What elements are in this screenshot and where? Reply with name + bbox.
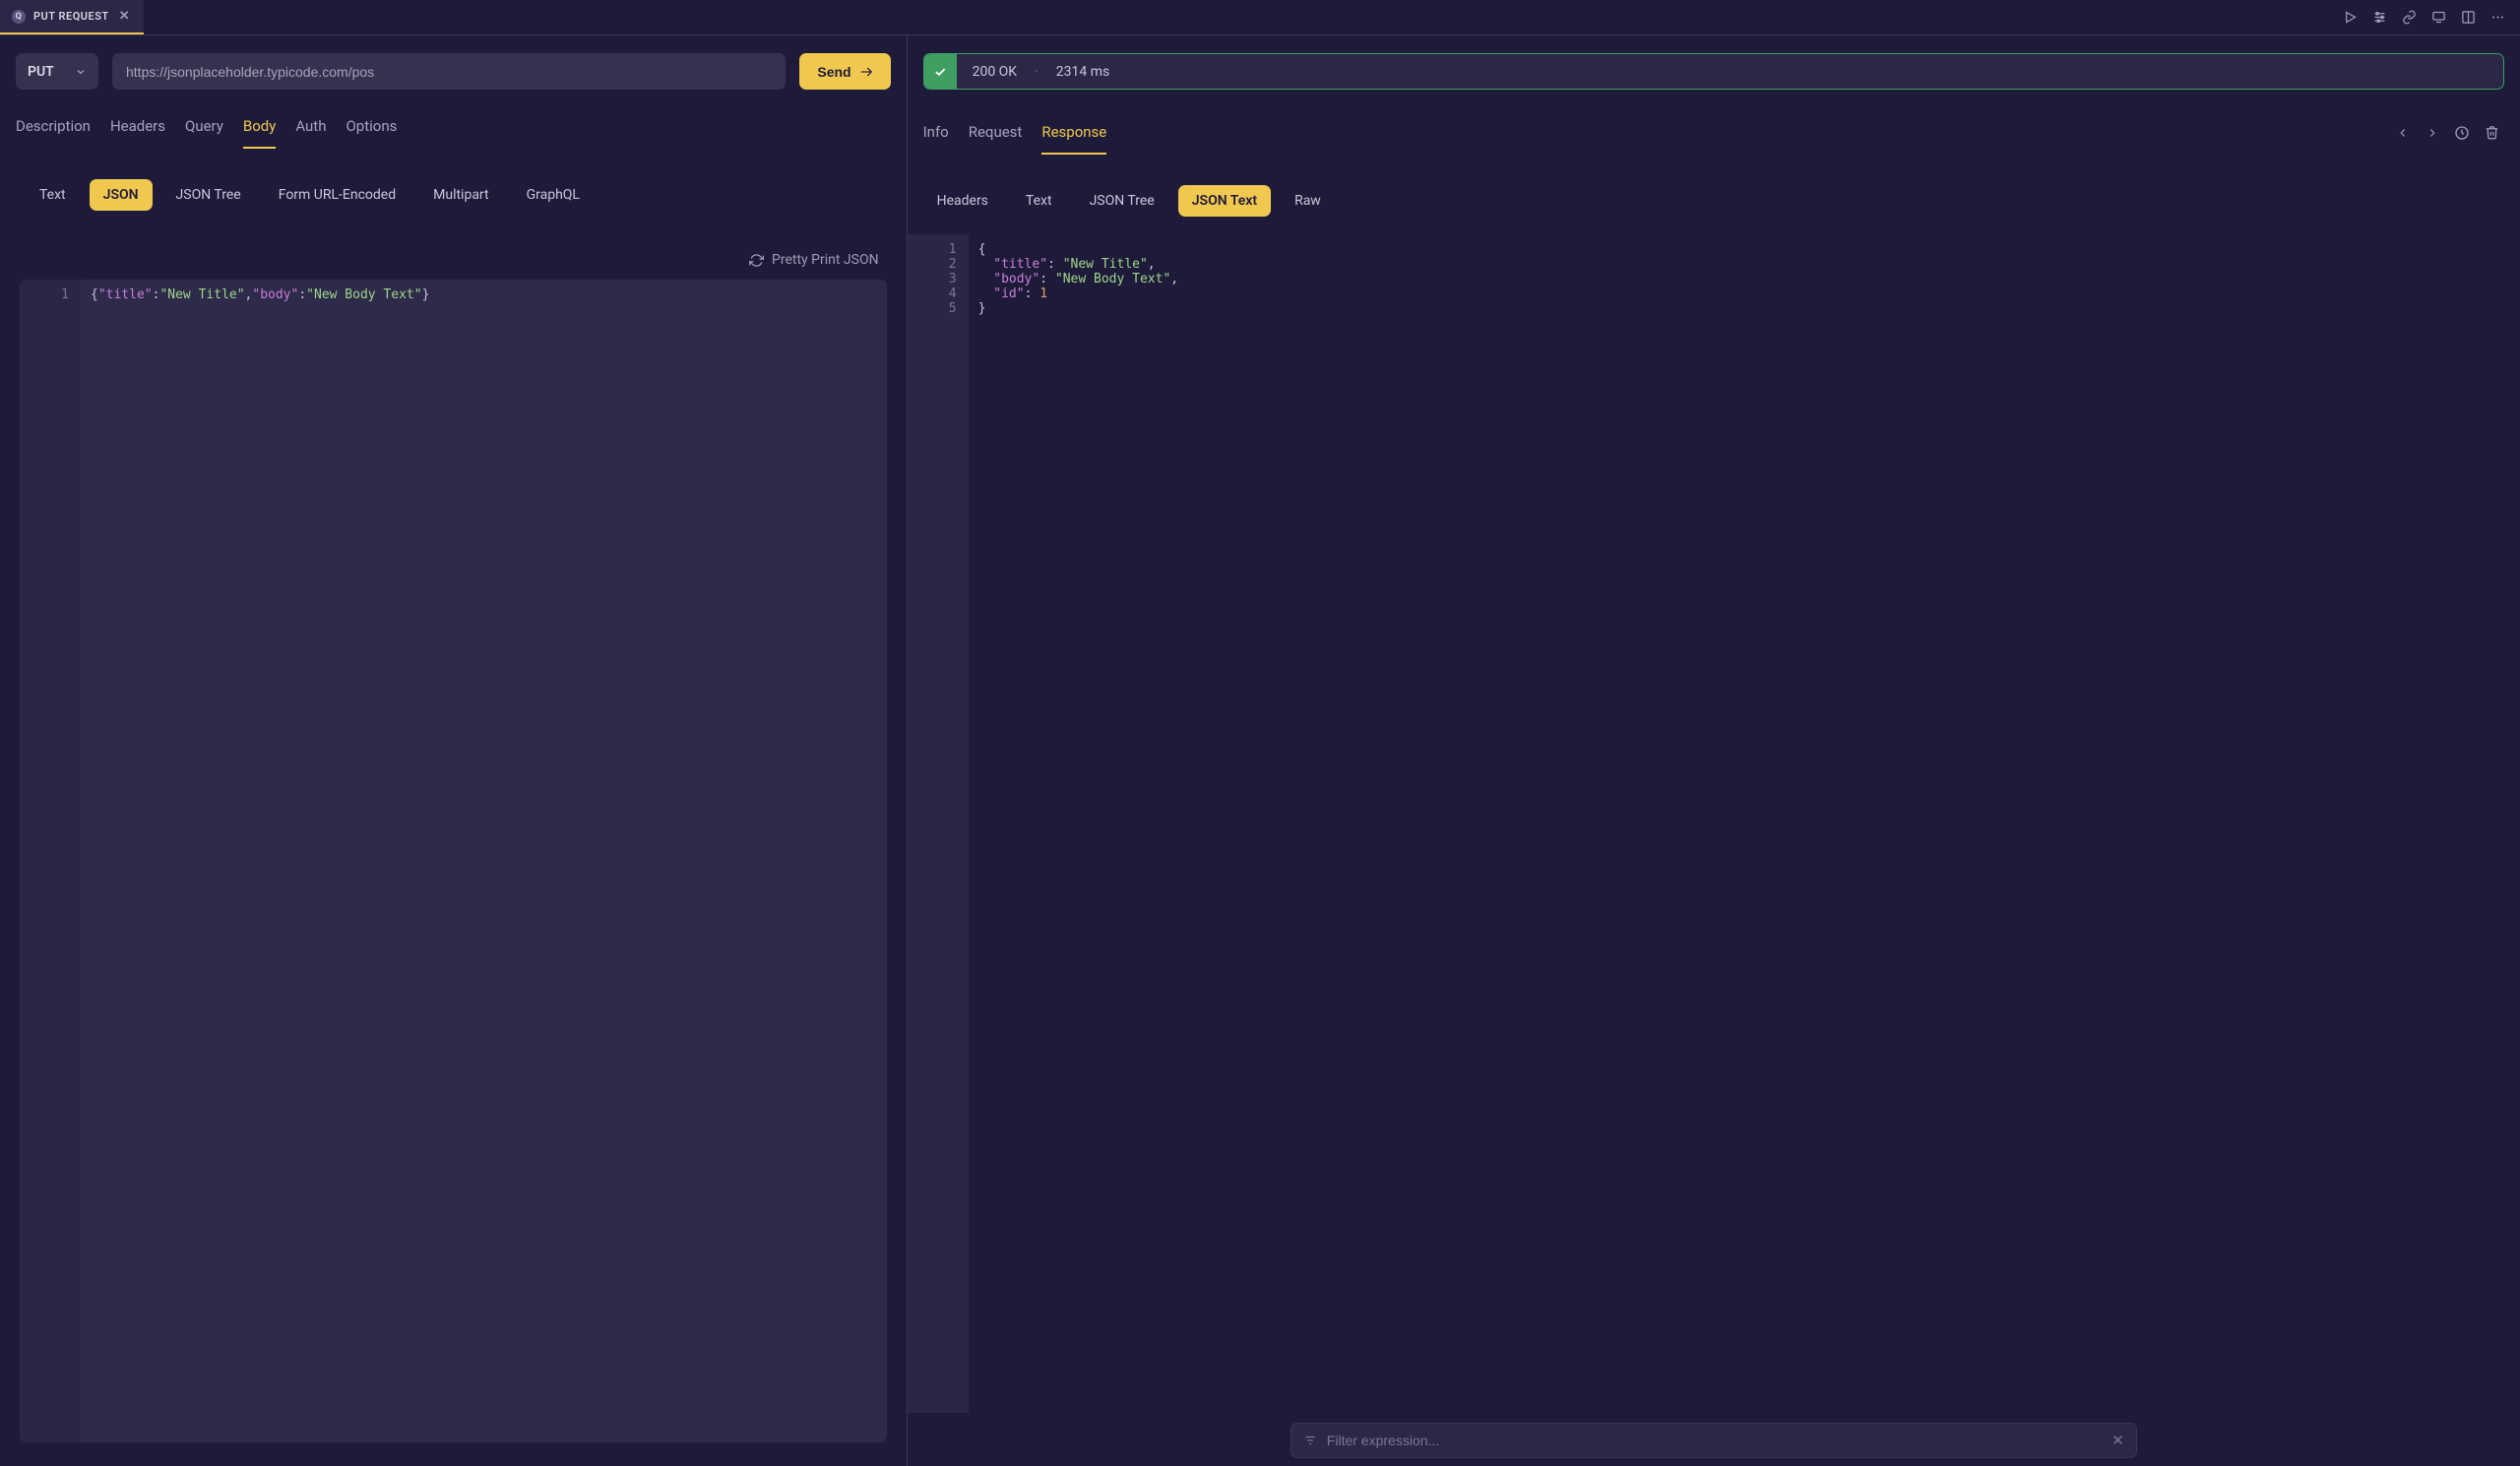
play-icon[interactable]	[2337, 5, 2362, 31]
url-input[interactable]	[112, 53, 786, 90]
pill-text[interactable]: Text	[26, 179, 80, 211]
clear-filter-icon[interactable]: ✕	[2111, 1432, 2124, 1449]
send-icon	[859, 65, 873, 79]
more-icon[interactable]	[2485, 5, 2510, 31]
sliders-icon[interactable]	[2366, 5, 2392, 31]
status-success-icon	[924, 54, 957, 89]
tab-headers[interactable]: Headers	[110, 109, 165, 149]
response-gutter: 12345	[908, 234, 969, 1413]
tab-options[interactable]: Options	[346, 109, 397, 149]
close-icon[interactable]: ✕	[117, 7, 132, 26]
status-code: 200 OK	[973, 64, 1018, 80]
tab-body[interactable]: Body	[243, 109, 276, 149]
left-tabs: Description Headers Query Body Auth Opti…	[0, 103, 907, 150]
tab-response[interactable]: Response	[1041, 115, 1106, 155]
method-select[interactable]: PUT	[16, 53, 98, 90]
method-value: PUT	[28, 64, 54, 80]
body-type-pills: Text JSON JSON Tree Form URL-Encoded Mul…	[0, 150, 907, 228]
trash-icon[interactable]	[2479, 120, 2504, 146]
tab-request[interactable]: Request	[969, 115, 1023, 155]
line-number: 1	[28, 287, 69, 302]
status-bar: 200 OK · 2314 ms	[923, 53, 2504, 90]
pill-form-url-encoded[interactable]: Form URL-Encoded	[265, 179, 410, 211]
pretty-print-label: Pretty Print JSON	[772, 252, 879, 268]
send-label: Send	[817, 64, 850, 80]
pill-json-tree[interactable]: JSON Tree	[162, 179, 255, 211]
status-separator: ·	[1035, 64, 1039, 80]
pill-resp-json-tree[interactable]: JSON Tree	[1076, 185, 1168, 217]
pill-resp-raw[interactable]: Raw	[1281, 185, 1335, 217]
chevron-left-icon[interactable]	[2390, 120, 2416, 146]
pill-resp-json-text[interactable]: JSON Text	[1178, 185, 1271, 217]
pill-resp-headers[interactable]: Headers	[923, 185, 1002, 217]
document-tab-title: PUT REQUEST	[33, 10, 109, 23]
history-icon[interactable]	[2449, 120, 2475, 146]
tab-description[interactable]: Description	[16, 109, 91, 149]
response-editor[interactable]: 12345 { "title": "New Title", "body": "N…	[908, 234, 2520, 1413]
response-view-pills: Headers Text JSON Tree JSON Text Raw	[908, 156, 2520, 234]
pill-graphql[interactable]: GraphQL	[513, 179, 594, 211]
pill-json[interactable]: JSON	[90, 179, 153, 211]
status-time: 2314 ms	[1056, 64, 1109, 80]
layout-icon[interactable]	[2455, 5, 2481, 31]
send-button[interactable]: Send	[799, 53, 890, 90]
document-tabbar: Q PUT REQUEST ✕	[0, 0, 2520, 35]
pill-resp-text[interactable]: Text	[1012, 185, 1066, 217]
refresh-icon	[749, 253, 764, 268]
request-type-icon: Q	[12, 10, 26, 24]
response-code: { "title": "New Title", "body": "New Bod…	[969, 234, 2520, 1413]
document-tab[interactable]: Q PUT REQUEST ✕	[0, 0, 144, 34]
tab-query[interactable]: Query	[185, 109, 223, 149]
request-pane: PUT Send Description Headers Query Body …	[0, 35, 908, 1466]
filter-box: ✕	[1291, 1423, 2137, 1458]
editor-gutter: 1	[20, 280, 81, 1442]
pill-multipart[interactable]: Multipart	[419, 179, 502, 211]
link-icon[interactable]	[2396, 5, 2422, 31]
filter-input[interactable]	[1327, 1433, 2102, 1448]
body-editor[interactable]: 1 {"title":"New Title","body":"New Body …	[20, 280, 887, 1442]
pretty-print-button[interactable]: Pretty Print JSON	[749, 252, 879, 268]
chevron-down-icon	[75, 66, 87, 78]
editor-code[interactable]: {"title":"New Title","body":"New Body Te…	[81, 280, 887, 1442]
response-pane: 200 OK · 2314 ms Info Request Response	[908, 35, 2520, 1466]
tab-auth[interactable]: Auth	[295, 109, 326, 149]
tab-info[interactable]: Info	[923, 115, 949, 155]
chevron-right-icon[interactable]	[2420, 120, 2445, 146]
monitor-icon[interactable]	[2426, 5, 2451, 31]
filter-icon	[1303, 1434, 1317, 1447]
